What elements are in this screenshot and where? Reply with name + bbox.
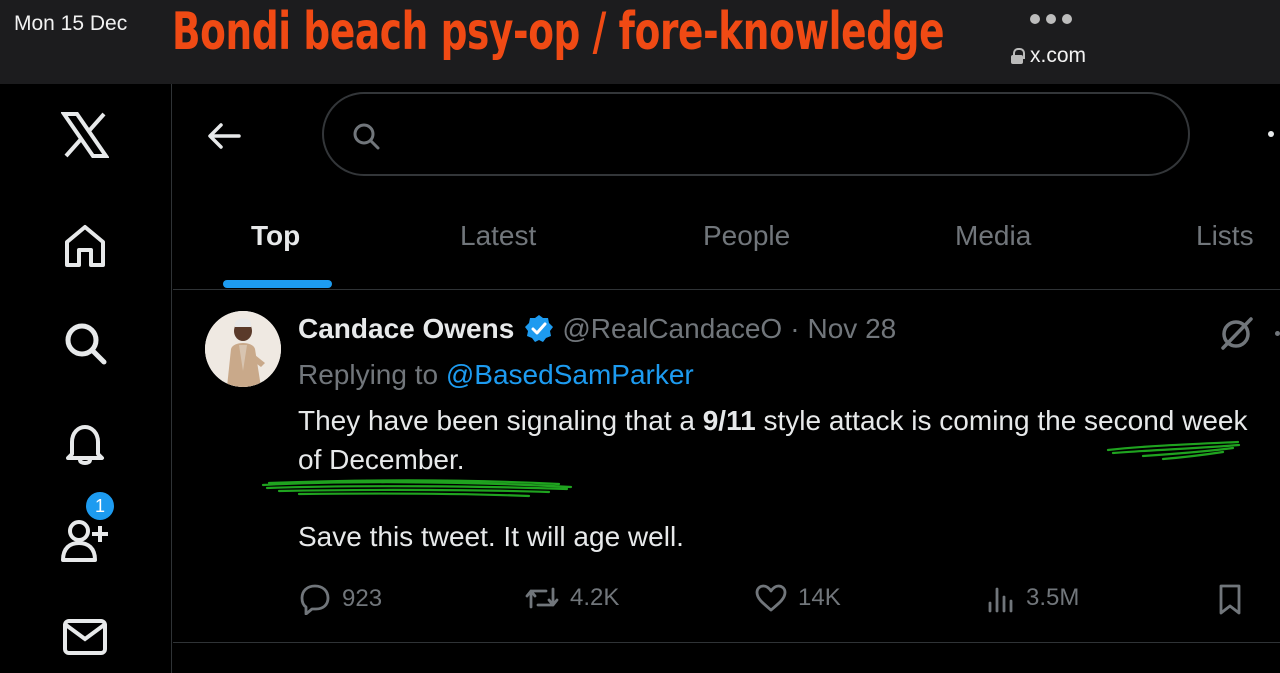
bookmark-button[interactable] — [1216, 583, 1244, 615]
tweet-text-bold: 9/11 — [702, 405, 756, 436]
home-icon[interactable] — [58, 218, 112, 272]
grok-icon[interactable] — [1219, 315, 1255, 356]
author-handle[interactable]: @RealCandaceO — [562, 313, 782, 345]
search-input[interactable] — [394, 114, 1154, 154]
lock-icon — [1010, 48, 1025, 64]
replying-to: Replying to @BasedSamParker — [298, 359, 694, 391]
arrow-left-icon — [208, 123, 241, 149]
author-name[interactable]: Candace Owens — [298, 313, 514, 345]
reply-button[interactable]: 923 — [298, 583, 382, 615]
tweet-text-start: They have been signaling that a — [298, 405, 703, 436]
x-logo-icon[interactable] — [58, 108, 112, 162]
tab-top[interactable]: Top — [251, 220, 300, 252]
verified-badge-icon[interactable] — [524, 314, 554, 344]
tweet-header: Candace Owens @RealCandaceO · Nov 28 — [298, 313, 896, 345]
follow-icon[interactable] — [58, 514, 112, 568]
bell-icon[interactable] — [58, 416, 112, 470]
views-chart-icon — [988, 587, 1013, 613]
status-date: Mon 15 Dec — [14, 12, 128, 35]
heart-icon — [755, 584, 787, 612]
search-icon — [352, 122, 380, 155]
reply-icon — [300, 584, 330, 615]
tweet-text: They have been signaling that a 9/11 sty… — [298, 401, 1258, 479]
overlay-title: Bondi beach psy-op / fore-knowledge — [172, 2, 945, 62]
next-tweet-partial — [173, 644, 1280, 673]
like-button[interactable]: 14K — [754, 583, 841, 613]
views-count: 3.5M — [1026, 584, 1080, 611]
repost-button[interactable]: 4.2K — [524, 583, 619, 613]
tweet-text-second: Save this tweet. It will age well. — [298, 521, 684, 552]
more-icon[interactable] — [1275, 331, 1280, 336]
mail-icon[interactable] — [58, 610, 112, 664]
active-tab-indicator — [223, 280, 332, 288]
reply-count: 923 — [342, 585, 383, 612]
like-count: 14K — [798, 584, 841, 611]
search-icon[interactable] — [58, 316, 112, 370]
green-underline-highlight — [261, 479, 573, 498]
search-box[interactable] — [322, 92, 1190, 176]
overflow-dot — [1268, 131, 1274, 137]
bookmark-icon — [1219, 584, 1241, 615]
status-bar: Mon 15 Dec Bondi beach psy-op / fore-kno… — [0, 0, 1280, 84]
tab-latest[interactable]: Latest — [460, 220, 536, 252]
tweet-actions: 923 4.2K 14K 3.5M — [298, 583, 1258, 623]
avatar[interactable] — [205, 311, 281, 387]
tweet-date[interactable]: Nov 28 — [808, 313, 897, 345]
tweet[interactable]: Candace Owens @RealCandaceO · Nov 28 Rep… — [173, 291, 1280, 643]
repost-icon — [525, 587, 559, 609]
tab-people[interactable]: People — [703, 220, 790, 252]
views-button[interactable]: 3.5M — [986, 583, 1079, 613]
search-tabs: Top Latest People Media Lists — [173, 190, 1280, 290]
more-dots-icon[interactable] — [1030, 14, 1072, 24]
replying-prefix: Replying to — [298, 359, 446, 390]
separator-dot: · — [790, 313, 800, 344]
tab-lists[interactable]: Lists — [1196, 220, 1254, 252]
address-bar[interactable]: x.com — [1010, 44, 1086, 68]
reply-target-link[interactable]: @BasedSamParker — [446, 359, 694, 390]
sidebar: 1 — [0, 84, 172, 673]
url-text: x.com — [1030, 44, 1087, 67]
back-button[interactable] — [200, 112, 248, 160]
tab-media[interactable]: Media — [955, 220, 1031, 252]
repost-count: 4.2K — [570, 584, 620, 611]
